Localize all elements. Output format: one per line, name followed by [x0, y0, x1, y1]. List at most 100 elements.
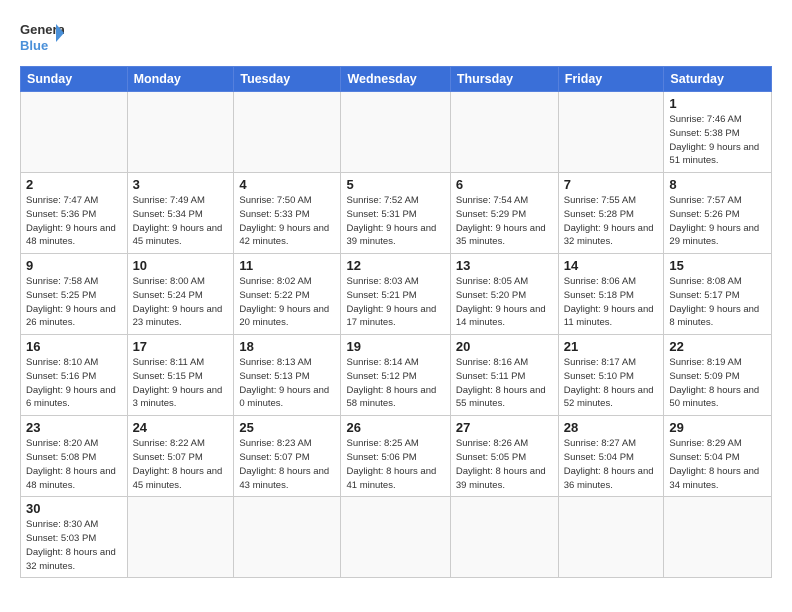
day-number: 18 [239, 339, 335, 354]
day-number: 1 [669, 96, 766, 111]
day-info: Sunrise: 8:30 AM Sunset: 5:03 PM Dayligh… [26, 518, 122, 573]
day-number: 16 [26, 339, 122, 354]
day-info: Sunrise: 7:49 AM Sunset: 5:34 PM Dayligh… [133, 194, 229, 249]
day-number: 24 [133, 420, 229, 435]
day-cell [234, 92, 341, 173]
day-info: Sunrise: 8:17 AM Sunset: 5:10 PM Dayligh… [564, 356, 659, 411]
day-cell: 25 Sunrise: 8:23 AM Sunset: 5:07 PM Dayli… [234, 416, 341, 497]
day-cell: 8 Sunrise: 7:57 AM Sunset: 5:26 PM Daylig… [664, 173, 772, 254]
day-cell [558, 92, 664, 173]
day-cell: 20Sunrise: 8:16 AM Sunset: 5:11 PM Dayli… [450, 335, 558, 416]
day-cell: 1Sunrise: 7:46 AM Sunset: 5:38 PM Daylig… [664, 92, 772, 173]
day-cell: 5 Sunrise: 7:52 AM Sunset: 5:31 PM Daylig… [341, 173, 450, 254]
day-cell: 7 Sunrise: 7:55 AM Sunset: 5:28 PM Daylig… [558, 173, 664, 254]
day-number: 30 [26, 501, 122, 516]
day-cell [341, 497, 450, 578]
day-info: Sunrise: 8:05 AM Sunset: 5:20 PM Dayligh… [456, 275, 553, 330]
day-info: Sunrise: 7:52 AM Sunset: 5:31 PM Dayligh… [346, 194, 444, 249]
week-row-1: 2 Sunrise: 7:47 AM Sunset: 5:36 PM Daylig… [21, 173, 772, 254]
day-number: 27 [456, 420, 553, 435]
day-cell: 15 Sunrise: 8:08 AM Sunset: 5:17 PM Dayli… [664, 254, 772, 335]
day-cell [234, 497, 341, 578]
col-header-saturday: Saturday [664, 67, 772, 92]
day-cell: 9 Sunrise: 7:58 AM Sunset: 5:25 PM Daylig… [21, 254, 128, 335]
day-info: Sunrise: 8:11 AM Sunset: 5:15 PM Dayligh… [133, 356, 229, 411]
day-info: Sunrise: 7:55 AM Sunset: 5:28 PM Dayligh… [564, 194, 659, 249]
day-cell: 11Sunrise: 8:02 AM Sunset: 5:22 PM Dayli… [234, 254, 341, 335]
day-cell [558, 497, 664, 578]
day-number: 22 [669, 339, 766, 354]
day-cell: 3 Sunrise: 7:49 AM Sunset: 5:34 PM Daylig… [127, 173, 234, 254]
col-header-sunday: Sunday [21, 67, 128, 92]
page: General Blue SundayMondayTuesdayWednesda… [0, 0, 792, 594]
day-cell: 30 Sunrise: 8:30 AM Sunset: 5:03 PM Dayli… [21, 497, 128, 578]
day-cell: 29 Sunrise: 8:29 AM Sunset: 5:04 PM Dayli… [664, 416, 772, 497]
day-cell: 10 Sunrise: 8:00 AM Sunset: 5:24 PM Dayli… [127, 254, 234, 335]
day-cell: 21 Sunrise: 8:17 AM Sunset: 5:10 PM Dayli… [558, 335, 664, 416]
day-cell [341, 92, 450, 173]
day-number: 21 [564, 339, 659, 354]
day-info: Sunrise: 8:10 AM Sunset: 5:16 PM Dayligh… [26, 356, 122, 411]
day-info: Sunrise: 8:27 AM Sunset: 5:04 PM Dayligh… [564, 437, 659, 492]
day-number: 20 [456, 339, 553, 354]
day-cell: 14 Sunrise: 8:06 AM Sunset: 5:18 PM Dayli… [558, 254, 664, 335]
day-info: Sunrise: 7:58 AM Sunset: 5:25 PM Dayligh… [26, 275, 122, 330]
day-number: 8 [669, 177, 766, 192]
day-number: 2 [26, 177, 122, 192]
day-number: 15 [669, 258, 766, 273]
day-info: Sunrise: 8:22 AM Sunset: 5:07 PM Dayligh… [133, 437, 229, 492]
day-info: Sunrise: 7:54 AM Sunset: 5:29 PM Dayligh… [456, 194, 553, 249]
day-cell: 13 Sunrise: 8:05 AM Sunset: 5:20 PM Dayli… [450, 254, 558, 335]
day-number: 17 [133, 339, 229, 354]
day-number: 28 [564, 420, 659, 435]
day-number: 11 [239, 258, 335, 273]
day-cell: 24 Sunrise: 8:22 AM Sunset: 5:07 PM Dayli… [127, 416, 234, 497]
day-info: Sunrise: 8:23 AM Sunset: 5:07 PM Dayligh… [239, 437, 335, 492]
day-number: 12 [346, 258, 444, 273]
day-info: Sunrise: 7:50 AM Sunset: 5:33 PM Dayligh… [239, 194, 335, 249]
day-cell: 17 Sunrise: 8:11 AM Sunset: 5:15 PM Dayli… [127, 335, 234, 416]
day-number: 29 [669, 420, 766, 435]
day-info: Sunrise: 8:08 AM Sunset: 5:17 PM Dayligh… [669, 275, 766, 330]
day-number: 4 [239, 177, 335, 192]
day-info: Sunrise: 8:26 AM Sunset: 5:05 PM Dayligh… [456, 437, 553, 492]
week-row-5: 30 Sunrise: 8:30 AM Sunset: 5:03 PM Dayli… [21, 497, 772, 578]
day-info: Sunrise: 8:13 AM Sunset: 5:13 PM Dayligh… [239, 356, 335, 411]
day-number: 14 [564, 258, 659, 273]
day-number: 19 [346, 339, 444, 354]
day-cell: 27 Sunrise: 8:26 AM Sunset: 5:05 PM Dayli… [450, 416, 558, 497]
week-row-3: 16 Sunrise: 8:10 AM Sunset: 5:16 PM Dayli… [21, 335, 772, 416]
day-cell: 19Sunrise: 8:14 AM Sunset: 5:12 PM Dayli… [341, 335, 450, 416]
days-header-row: SundayMondayTuesdayWednesdayThursdayFrid… [21, 67, 772, 92]
day-number: 7 [564, 177, 659, 192]
day-info: Sunrise: 8:29 AM Sunset: 5:04 PM Dayligh… [669, 437, 766, 492]
svg-text:Blue: Blue [20, 38, 48, 53]
day-number: 10 [133, 258, 229, 273]
day-cell: 4 Sunrise: 7:50 AM Sunset: 5:33 PM Daylig… [234, 173, 341, 254]
day-info: Sunrise: 8:25 AM Sunset: 5:06 PM Dayligh… [346, 437, 444, 492]
col-header-thursday: Thursday [450, 67, 558, 92]
day-number: 5 [346, 177, 444, 192]
day-info: Sunrise: 7:47 AM Sunset: 5:36 PM Dayligh… [26, 194, 122, 249]
col-header-monday: Monday [127, 67, 234, 92]
day-cell: 28 Sunrise: 8:27 AM Sunset: 5:04 PM Dayli… [558, 416, 664, 497]
col-header-tuesday: Tuesday [234, 67, 341, 92]
day-info: Sunrise: 7:57 AM Sunset: 5:26 PM Dayligh… [669, 194, 766, 249]
day-cell: 12Sunrise: 8:03 AM Sunset: 5:21 PM Dayli… [341, 254, 450, 335]
day-number: 13 [456, 258, 553, 273]
day-number: 25 [239, 420, 335, 435]
day-cell: 6 Sunrise: 7:54 AM Sunset: 5:29 PM Daylig… [450, 173, 558, 254]
day-cell [127, 497, 234, 578]
day-number: 9 [26, 258, 122, 273]
day-number: 3 [133, 177, 229, 192]
day-number: 6 [456, 177, 553, 192]
day-cell: 22Sunrise: 8:19 AM Sunset: 5:09 PM Dayli… [664, 335, 772, 416]
day-cell: 23Sunrise: 8:20 AM Sunset: 5:08 PM Dayli… [21, 416, 128, 497]
day-info: Sunrise: 8:00 AM Sunset: 5:24 PM Dayligh… [133, 275, 229, 330]
day-number: 26 [346, 420, 444, 435]
day-cell: 2 Sunrise: 7:47 AM Sunset: 5:36 PM Daylig… [21, 173, 128, 254]
day-info: Sunrise: 8:20 AM Sunset: 5:08 PM Dayligh… [26, 437, 122, 492]
day-info: Sunrise: 8:06 AM Sunset: 5:18 PM Dayligh… [564, 275, 659, 330]
logo: General Blue [20, 20, 64, 56]
day-cell [21, 92, 128, 173]
